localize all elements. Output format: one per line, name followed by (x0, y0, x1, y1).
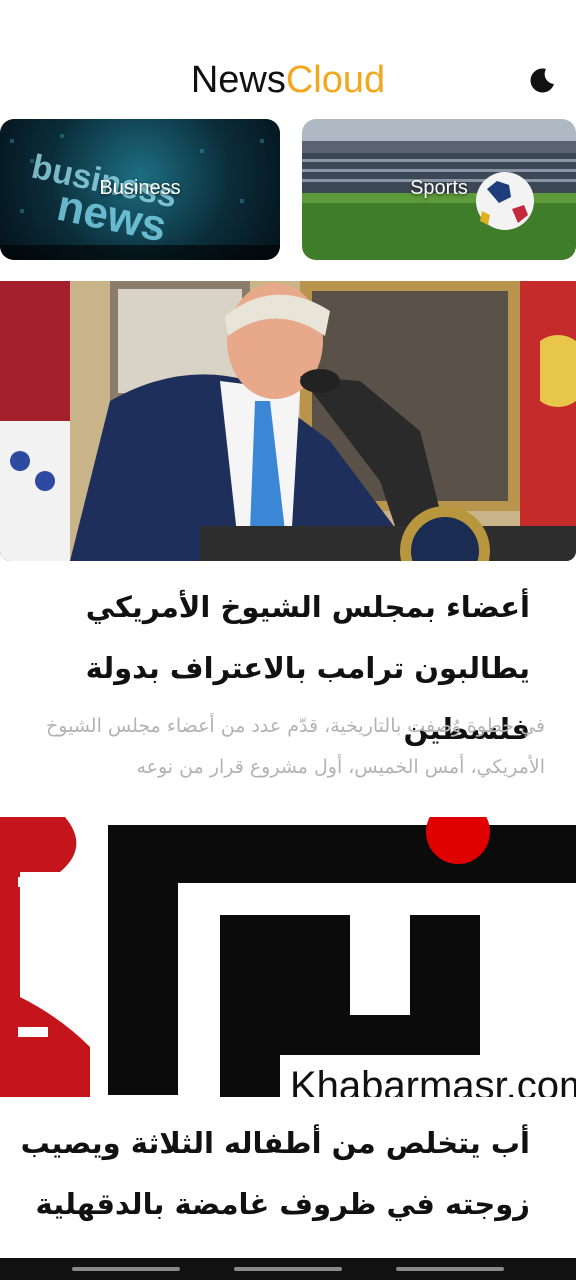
moon-icon[interactable] (528, 66, 556, 94)
khabarmasr-logo: Khabarmasr.com (0, 817, 576, 1097)
app-header: NewsCloud (0, 0, 576, 118)
category-label: Sports (410, 177, 468, 199)
category-label: Business (99, 177, 181, 199)
category-card-business[interactable]: business news Business (0, 119, 280, 260)
nav-back-button[interactable] (72, 1267, 180, 1271)
article-card[interactable]: Khabarmasr.com أب يتخلص من أطفاله الثلاث… (0, 817, 576, 1280)
president-podium-photo (0, 281, 576, 561)
app-title-news: News (190, 59, 286, 101)
system-nav-bar (0, 1258, 576, 1280)
nav-recents-button[interactable] (396, 1267, 504, 1271)
category-card-sports[interactable]: Sports (302, 119, 576, 260)
app-title: NewsCloud (0, 56, 576, 104)
article-image[interactable]: Khabarmasr.com (0, 817, 576, 1097)
category-row: business news Business Sports (0, 119, 576, 260)
app-title-cloud: Cloud (285, 59, 386, 101)
article-card[interactable]: أعضاء بمجلس الشيوخ الأمريكي يطالبون ترام… (0, 281, 576, 801)
article-headline: أب يتخلص من أطفاله الثلاثة ويصيب زوجته ف… (20, 1126, 530, 1221)
nav-home-button[interactable] (234, 1267, 342, 1271)
logo-text: Khabarmasr.com (290, 1064, 576, 1097)
article-summary: في خطوة وُصفت بالتاريخية، قدّم عدد من أع… (46, 715, 545, 778)
article-image[interactable] (0, 281, 576, 561)
